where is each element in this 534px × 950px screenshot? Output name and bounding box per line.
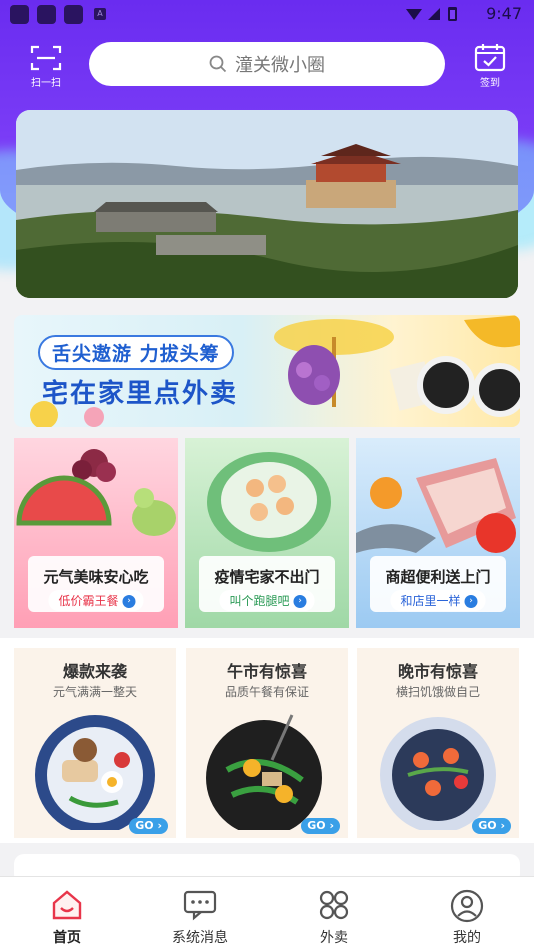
- tab-messages[interactable]: 系统消息: [150, 885, 250, 947]
- category-title: 商超便利送上门: [385, 568, 491, 586]
- category-card-errands[interactable]: 疫情宅家不出门 叫个跑腿吧 ›: [185, 438, 349, 628]
- chevron-right-icon: ›: [464, 595, 478, 608]
- plate-image: [206, 714, 322, 830]
- meal-title: 晚市有惊喜: [397, 662, 478, 681]
- groceries-illustration: [356, 458, 516, 553]
- tab-label: 首页: [53, 930, 81, 946]
- home-icon: [52, 890, 82, 920]
- bottom-tab-bar: 首页 系统消息 外卖 我的: [0, 876, 534, 950]
- category-card-meals[interactable]: 元气美味安心吃 低价霸王餐 ›: [14, 438, 178, 628]
- category-title: 元气美味安心吃: [43, 568, 149, 586]
- signal-battery-icons: [406, 7, 457, 21]
- chat-bubble-icon: [183, 890, 217, 921]
- promo-illustration: [30, 315, 520, 427]
- notification-icon: [10, 5, 29, 24]
- go-button[interactable]: GO ›: [301, 818, 340, 834]
- category-subtitle: 和店里一样: [400, 594, 461, 608]
- scan-icon: [30, 45, 62, 71]
- go-button[interactable]: GO ›: [129, 818, 168, 834]
- meal-card-dinner[interactable]: 晚市有惊喜 横扫饥饿做自己 GO ›: [357, 648, 519, 838]
- tab-label: 系统消息: [172, 930, 228, 946]
- user-icon: [450, 889, 484, 923]
- landscape-image: [16, 110, 518, 298]
- category-subtitle-pill: 叫个跑腿吧 ›: [219, 590, 315, 611]
- meal-subtitle: 元气满满一整天: [52, 685, 137, 699]
- category-title: 疫情宅家不出门: [214, 568, 320, 586]
- category-card-supermarket[interactable]: 商超便利送上门 和店里一样 ›: [356, 438, 520, 628]
- plate-image: [380, 717, 496, 830]
- tab-label: 外卖: [320, 930, 348, 946]
- search-placeholder: 潼关微小圈: [235, 55, 325, 76]
- promo-banner[interactable]: 舌尖遨游 力拔头筹 宅在家里点外卖: [14, 315, 520, 427]
- tab-profile[interactable]: 我的: [417, 885, 517, 947]
- tab-home[interactable]: 首页: [17, 885, 117, 947]
- shrimp-plate-illustration: [207, 452, 331, 552]
- go-button[interactable]: GO ›: [472, 818, 511, 834]
- meal-section: 爆款来袭 元气满满一整天 GO › 午市有惊喜 品质午餐有保证 GO › 晚市有…: [0, 638, 534, 843]
- notification-letter-icon: A: [94, 8, 106, 20]
- meal-title: 午市有惊喜: [226, 662, 307, 681]
- tab-label: 我的: [453, 930, 481, 946]
- category-subtitle: 低价霸王餐: [58, 594, 119, 608]
- clock: 9:47: [486, 4, 522, 23]
- meal-subtitle: 横扫饥饿做自己: [395, 685, 480, 699]
- meal-title: 爆款来袭: [62, 662, 127, 681]
- fruit-illustration: [16, 449, 176, 536]
- chevron-right-icon: ›: [122, 595, 136, 608]
- category-subtitle-pill: 低价霸王餐 ›: [48, 590, 144, 611]
- scan-button[interactable]: 扫一扫: [26, 44, 66, 89]
- meal-card-hot[interactable]: 爆款来袭 元气满满一整天 GO ›: [14, 648, 176, 838]
- status-bar: A 9:47: [0, 0, 534, 28]
- search-icon: [209, 55, 227, 73]
- notification-icon: [37, 5, 56, 24]
- category-subtitle: 叫个跑腿吧: [229, 594, 290, 608]
- search-input[interactable]: 潼关微小圈: [89, 42, 445, 86]
- tab-takeout[interactable]: 外卖: [284, 885, 384, 947]
- scan-label: 扫一扫: [31, 78, 61, 89]
- notification-icon: [64, 5, 83, 24]
- hero-banner[interactable]: [16, 110, 518, 298]
- category-subtitle-pill: 和店里一样 ›: [390, 590, 486, 611]
- plate-image: [35, 715, 155, 830]
- meal-card-lunch[interactable]: 午市有惊喜 品质午餐有保证 GO ›: [186, 648, 348, 838]
- grid-icon: [319, 890, 349, 920]
- promo-tagline: 舌尖遨游 力拔头筹: [38, 335, 234, 370]
- sign-in-button[interactable]: 签到: [470, 42, 510, 90]
- calendar-check-icon: [474, 44, 506, 72]
- chevron-right-icon: ›: [293, 595, 307, 608]
- sign-in-label: 签到: [480, 78, 500, 89]
- promo-headline: 宅在家里点外卖: [42, 379, 239, 409]
- meal-subtitle: 品质午餐有保证: [224, 685, 309, 699]
